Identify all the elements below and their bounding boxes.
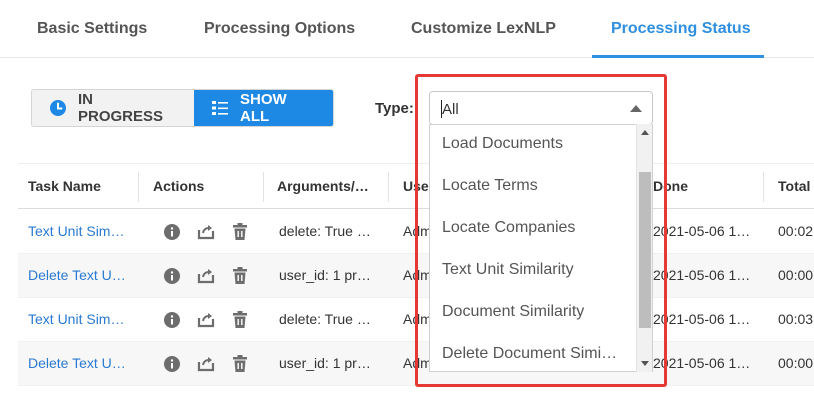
arguments-cell: user_id: 1 pr…	[279, 267, 371, 283]
header-actions: Actions	[153, 178, 205, 194]
task-name-link[interactable]: Text Unit Sim…	[28, 223, 124, 239]
delete-icon[interactable]	[230, 222, 250, 242]
tab-customize-lexnlp[interactable]: Customize LexNLP	[411, 20, 556, 38]
tab-bar: Basic Settings Processing Options Custom…	[0, 0, 814, 58]
tab-processing-options[interactable]: Processing Options	[204, 20, 355, 38]
arguments-cell: delete: True …	[279, 223, 371, 239]
row-actions	[162, 354, 250, 374]
clock-icon	[49, 99, 67, 117]
delete-icon[interactable]	[230, 266, 250, 286]
retry-icon[interactable]	[196, 222, 216, 242]
total-cell: 00:00	[778, 267, 814, 283]
retry-icon[interactable]	[196, 310, 216, 330]
column-separator	[388, 172, 389, 202]
annotation-highlight-box	[415, 74, 667, 387]
active-tab-indicator	[592, 55, 764, 58]
done-cell: 2021-05-06 1…	[653, 355, 751, 371]
row-actions	[162, 266, 250, 286]
done-cell: 2021-05-06 1…	[653, 267, 751, 283]
show-all-button[interactable]: SHOW ALL	[194, 90, 333, 126]
header-total[interactable]: Total	[778, 178, 810, 194]
done-cell: 2021-05-06 1…	[653, 311, 751, 327]
arguments-cell: user_id: 1 pr…	[279, 355, 371, 371]
row-actions	[162, 310, 250, 330]
task-name-link[interactable]: Delete Text U…	[28, 355, 126, 371]
done-cell: 2021-05-06 1…	[653, 223, 751, 239]
retry-icon[interactable]	[196, 354, 216, 374]
list-icon	[211, 99, 229, 117]
in-progress-label: IN PROGRESS	[78, 91, 164, 125]
status-filter-group: IN PROGRESS SHOW ALL	[31, 89, 334, 127]
header-task-name[interactable]: Task Name	[28, 178, 101, 194]
tab-processing-status[interactable]: Processing Status	[611, 20, 751, 38]
retry-icon[interactable]	[196, 266, 216, 286]
task-name-link[interactable]: Delete Text U…	[28, 267, 126, 283]
in-progress-button[interactable]: IN PROGRESS	[32, 90, 194, 126]
task-name-link[interactable]: Text Unit Sim…	[28, 311, 124, 327]
column-separator	[763, 172, 764, 202]
info-icon[interactable]	[162, 266, 182, 286]
total-cell: 00:00	[778, 355, 814, 371]
type-label: Type:	[375, 100, 414, 117]
show-all-label: SHOW ALL	[240, 91, 287, 125]
total-cell: 00:03	[778, 311, 814, 327]
info-icon[interactable]	[162, 222, 182, 242]
total-cell: 00:02	[778, 223, 814, 239]
tab-basic-settings[interactable]: Basic Settings	[37, 20, 147, 38]
arguments-cell: delete: True …	[279, 311, 371, 327]
column-separator	[263, 172, 264, 202]
info-icon[interactable]	[162, 310, 182, 330]
column-separator	[138, 172, 139, 202]
info-icon[interactable]	[162, 354, 182, 374]
delete-icon[interactable]	[230, 354, 250, 374]
header-arguments[interactable]: Arguments/…	[277, 178, 369, 194]
row-actions	[162, 222, 250, 242]
delete-icon[interactable]	[230, 310, 250, 330]
